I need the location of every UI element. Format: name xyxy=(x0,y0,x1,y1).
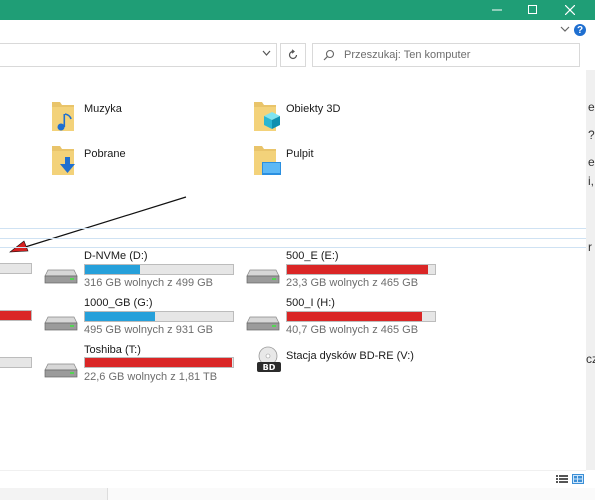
folder-label-pulpit[interactable]: Pulpit xyxy=(286,148,314,160)
hard-drive-icon[interactable] xyxy=(246,309,280,331)
svg-text:BD: BD xyxy=(263,363,276,372)
title-bar xyxy=(0,0,595,20)
details-view-icon[interactable] xyxy=(556,474,568,484)
section-divider xyxy=(0,238,586,239)
refresh-icon xyxy=(288,49,298,60)
drive-usage-bar-d xyxy=(84,264,234,275)
hard-drive-icon[interactable] xyxy=(44,356,78,378)
partial-drive-bar xyxy=(0,357,32,368)
drive-free-e: 23,3 GB wolnych z 465 GB xyxy=(286,277,419,289)
folder-label-obiekty-3d[interactable]: Obiekty 3D xyxy=(286,103,340,115)
tiles-view-icon[interactable] xyxy=(572,474,584,484)
section-divider xyxy=(0,228,586,229)
view-switcher xyxy=(556,474,584,484)
drive-usage-bar-h xyxy=(286,311,436,322)
help-label: ? xyxy=(576,24,584,36)
maximize-button[interactable] xyxy=(514,0,552,20)
close-button[interactable] xyxy=(551,0,589,20)
background-window-text: e xyxy=(588,155,595,169)
background-window-text: cz xyxy=(586,352,595,366)
status-bar xyxy=(0,470,586,489)
section-divider xyxy=(0,247,586,248)
minimize-button[interactable] xyxy=(478,0,516,20)
search-icon xyxy=(323,49,335,61)
desktop-folder-icon[interactable] xyxy=(250,142,284,178)
drive-usage-bar-e xyxy=(286,264,436,275)
drive-free-t: 22,6 GB wolnych z 1,81 TB xyxy=(84,371,218,383)
search-box[interactable]: Przeszukaj: Ten komputer xyxy=(312,43,580,67)
refresh-button[interactable] xyxy=(280,43,306,67)
background-window-text: r xyxy=(588,240,592,254)
background-window-text: i, xyxy=(588,174,594,188)
drive-name-v[interactable]: Stacja dysków BD-RE (V:) xyxy=(286,350,414,362)
minimize-icon xyxy=(492,9,502,11)
address-bar[interactable] xyxy=(0,43,277,67)
partial-drive-bar xyxy=(0,263,32,274)
drive-name-e[interactable]: 500_E (E:) xyxy=(286,250,339,262)
drive-free-h: 40,7 GB wolnych z 465 GB xyxy=(286,324,419,336)
objects3d-folder-icon[interactable] xyxy=(250,98,282,134)
drive-free-g: 495 GB wolnych z 931 GB xyxy=(84,324,214,336)
drive-usage-bar-t xyxy=(84,357,234,368)
close-icon xyxy=(565,5,575,15)
drive-free-d: 316 GB wolnych z 499 GB xyxy=(84,277,214,289)
background-window-text: e xyxy=(588,100,595,114)
partial-drive-bar xyxy=(0,310,32,321)
search-input[interactable]: Przeszukaj: Ten komputer xyxy=(344,49,470,61)
background-window-text: ? xyxy=(588,128,595,142)
address-dropdown-chevron-icon[interactable] xyxy=(262,50,271,57)
ribbon xyxy=(0,20,595,40)
hard-drive-icon[interactable] xyxy=(44,262,78,284)
downloads-folder-icon[interactable] xyxy=(48,142,80,178)
bd-drive-icon[interactable]: BD xyxy=(256,346,282,374)
folder-label-pobrane[interactable]: Pobrane xyxy=(84,148,126,160)
drive-usage-bar-g xyxy=(84,311,234,322)
background-window-edge xyxy=(107,488,595,500)
music-folder-icon[interactable] xyxy=(48,98,78,134)
maximize-icon xyxy=(528,5,537,14)
drive-name-t[interactable]: Toshiba (T:) xyxy=(84,344,141,356)
drive-name-d[interactable]: D-NVMe (D:) xyxy=(84,250,148,262)
hard-drive-icon[interactable] xyxy=(246,262,280,284)
drive-name-g[interactable]: 1000_GB (G:) xyxy=(84,297,152,309)
help-button[interactable]: ? xyxy=(574,24,586,36)
folder-label-muzyka[interactable]: Muzyka xyxy=(84,103,122,115)
drive-name-h[interactable]: 500_I (H:) xyxy=(286,297,335,309)
hard-drive-icon[interactable] xyxy=(44,309,78,331)
ribbon-expand-chevron-icon[interactable] xyxy=(560,25,570,33)
